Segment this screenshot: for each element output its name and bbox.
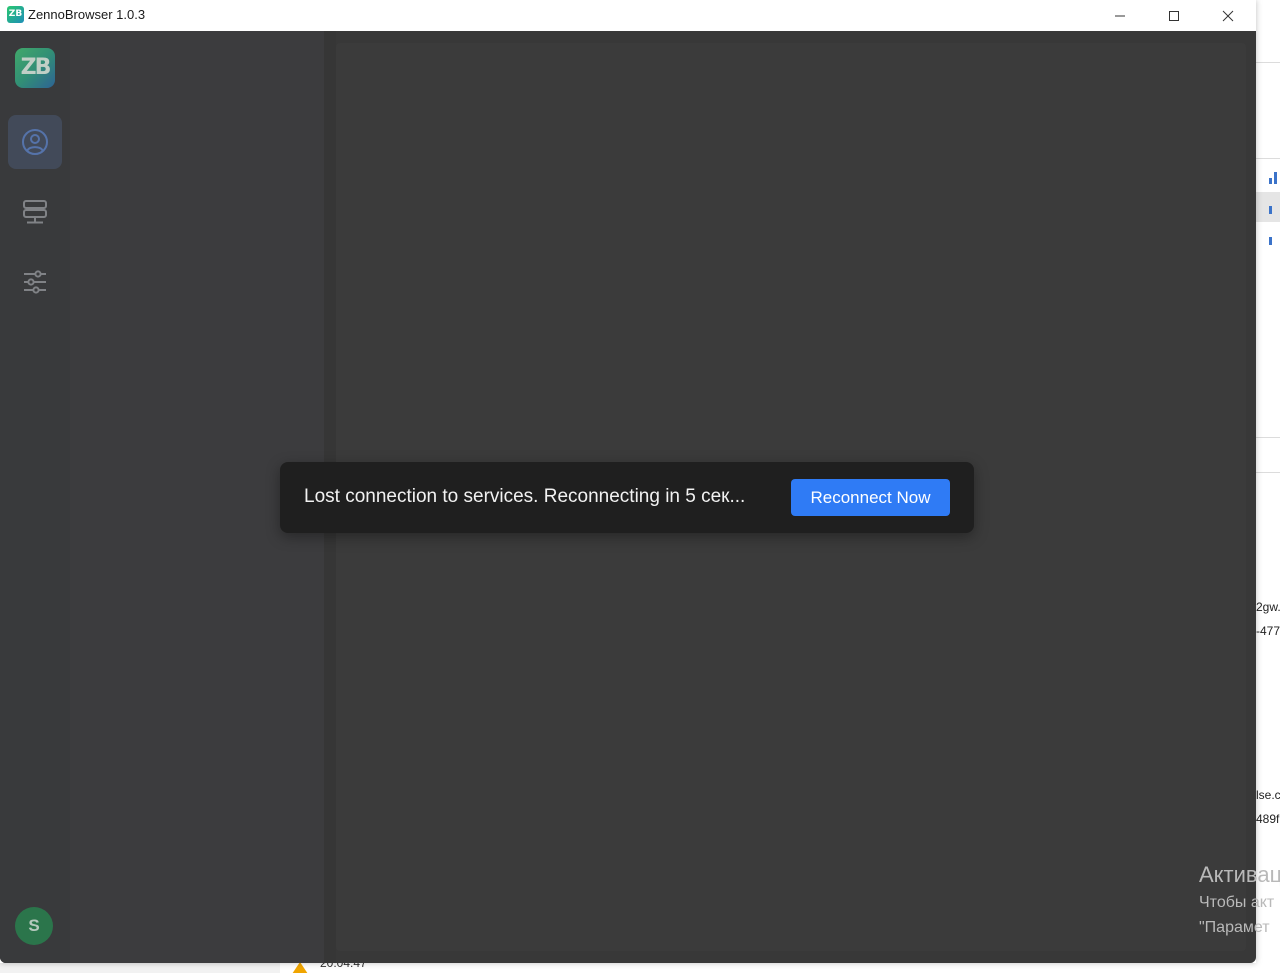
- minimize-button[interactable]: [1097, 0, 1143, 31]
- signal-icon: [1274, 172, 1277, 184]
- snippet-text: -477: [1256, 624, 1280, 638]
- snippet-text: 2gw.: [1256, 600, 1280, 614]
- activation-watermark-title: Активац: [1199, 862, 1280, 887]
- divider: [1256, 158, 1280, 159]
- window-title: ZennoBrowser 1.0.3: [28, 7, 146, 22]
- background-log-row: 20:04:47: [280, 962, 1280, 973]
- snippet-text: 489f: [1256, 812, 1280, 826]
- signal-icon: [1269, 206, 1272, 214]
- activation-watermark-line: "Парамет: [1199, 919, 1270, 936]
- divider: [1256, 437, 1280, 438]
- log-time: 20:04:47: [320, 962, 367, 970]
- snippet-text: lse.c: [1256, 788, 1280, 802]
- close-icon: [1222, 10, 1234, 21]
- title-bar[interactable]: ZB ZennoBrowser 1.0.3: [0, 0, 1256, 31]
- signal-icon: [1269, 178, 1272, 184]
- activation-watermark-line: Чтобы акт: [1199, 894, 1275, 911]
- divider: [1256, 472, 1280, 473]
- app-icon: ZB: [7, 6, 24, 23]
- minimize-icon: [1115, 15, 1125, 16]
- reconnect-now-button[interactable]: Reconnect Now: [791, 479, 950, 516]
- maximize-button[interactable]: [1151, 0, 1197, 31]
- toast-message: Lost connection to services. Reconnectin…: [304, 486, 746, 507]
- warning-icon: [292, 962, 308, 973]
- connection-toast: Lost connection to services. Reconnectin…: [280, 462, 974, 533]
- maximize-icon: [1169, 10, 1179, 21]
- background-window: 2gw. -477 lse.c 489f: [1256, 0, 1280, 973]
- divider: [1256, 62, 1280, 63]
- signal-icon: [1269, 237, 1272, 245]
- selected-row: [1256, 192, 1280, 222]
- close-button[interactable]: [1205, 0, 1251, 31]
